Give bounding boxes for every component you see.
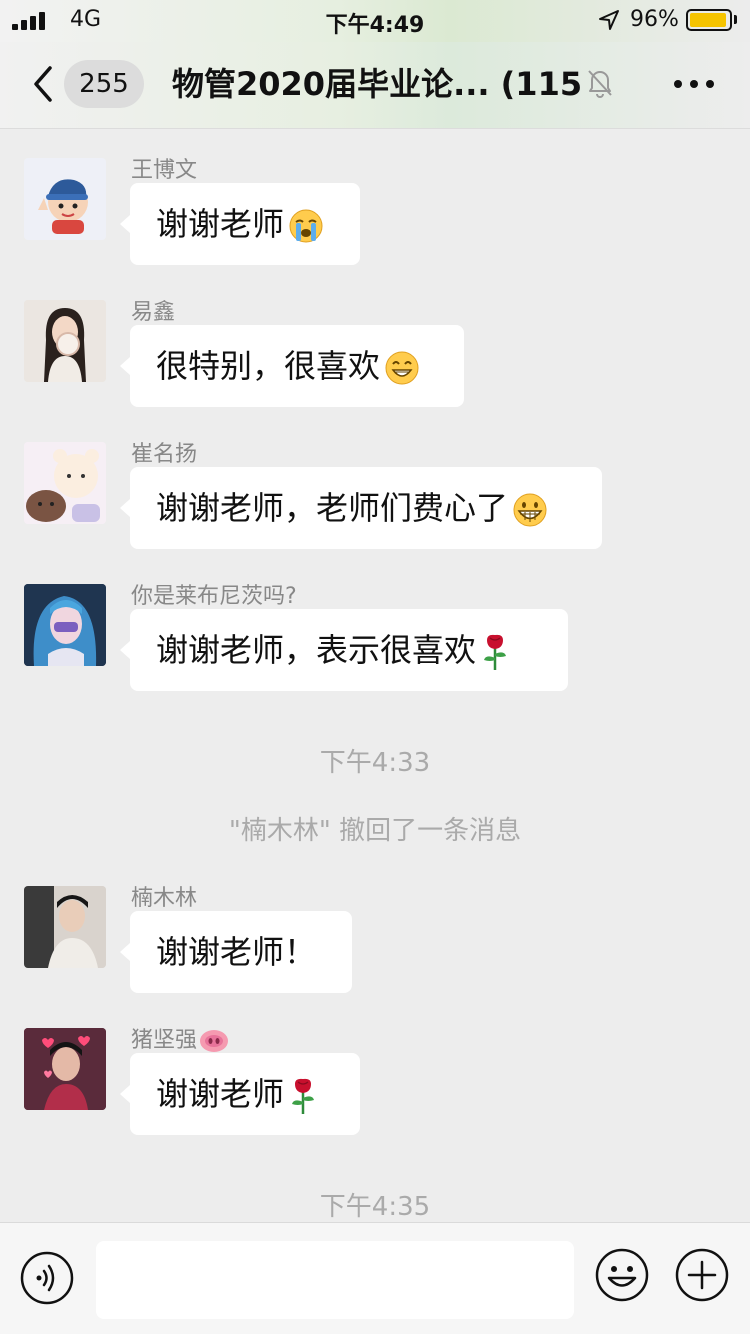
chat-screen: 4G 下午4:49 96% 255 物管2020届毕业论... (115) 王博… <box>0 0 750 1334</box>
young-man-avatar <box>24 886 106 968</box>
girl-photo-avatar <box>24 300 106 382</box>
avatar[interactable] <box>24 300 106 382</box>
back-chevron-icon[interactable] <box>28 62 58 106</box>
pig-nose-emoji <box>200 1030 229 1052</box>
crying-emoji <box>289 209 323 243</box>
man-with-hearts-avatar <box>24 1028 106 1110</box>
sender-name: 王博文 <box>131 158 198 183</box>
plus-icon[interactable] <box>674 1247 730 1303</box>
sender-name: 楠木林 <box>131 886 198 911</box>
sender-name: 你是莱布尼茨吗? <box>131 584 297 609</box>
rose-emoji <box>292 1078 315 1114</box>
rose-emoji <box>484 634 507 670</box>
recall-notice: "楠木林" 撤回了一条消息 <box>228 816 522 846</box>
message-bubble[interactable]: 谢谢老师 <box>120 183 360 265</box>
cartoon-boy-avatar <box>38 179 88 234</box>
mute-bell-icon <box>588 70 612 98</box>
chat-title[interactable]: 物管2020届毕业论... (115) <box>172 62 582 106</box>
timestamp-label: 下午4:33 <box>319 748 431 778</box>
voice-icon[interactable] <box>20 1251 74 1305</box>
avatar[interactable] <box>24 886 106 968</box>
battery-icon <box>686 9 732 31</box>
message-text: 很特别，很喜欢 <box>156 347 381 385</box>
status-bar: 4G 下午4:49 96% <box>0 0 750 42</box>
emoji-face-icon[interactable] <box>594 1247 650 1303</box>
bears-avatar <box>24 442 106 524</box>
message-bubble[interactable]: 谢谢老师！ <box>120 911 352 993</box>
avatar[interactable] <box>24 158 106 240</box>
message-text: 谢谢老师 <box>156 205 285 243</box>
battery-percent: 96% <box>630 7 679 32</box>
message-input[interactable] <box>96 1241 574 1319</box>
timestamp-label: 下午4:35 <box>319 1192 431 1222</box>
avatar[interactable] <box>24 1028 106 1110</box>
nav-bar: 255 物管2020届毕业论... (115) <box>0 42 750 129</box>
message-bubble[interactable]: 谢谢老师，表示很喜欢 <box>120 609 568 691</box>
message-bubble[interactable]: 谢谢老师 <box>120 1053 360 1135</box>
avatar[interactable] <box>24 584 106 666</box>
big-grin-emoji <box>513 493 547 527</box>
sender-name: 易鑫 <box>131 300 176 325</box>
message-text: 谢谢老师，表示很喜欢 <box>156 631 477 669</box>
avatar[interactable] <box>24 442 106 524</box>
sender-name: 崔名扬 <box>131 442 198 467</box>
message-text: 谢谢老师！ <box>156 933 317 971</box>
anime-girl-avatar <box>24 584 106 666</box>
message-text: 谢谢老师，老师们费心了 <box>156 489 509 527</box>
message-text: 谢谢老师 <box>156 1075 285 1113</box>
unread-count-badge[interactable]: 255 <box>64 60 144 108</box>
sender-name: 猪坚强 <box>131 1022 229 1054</box>
sender-name-text: 猪坚强 <box>131 1028 198 1053</box>
message-bubble[interactable]: 谢谢老师，老师们费心了 <box>120 467 602 549</box>
more-dots-icon[interactable] <box>668 66 720 102</box>
location-arrow-icon <box>599 10 619 30</box>
message-bubble[interactable]: 很特别，很喜欢 <box>120 325 464 407</box>
input-bar <box>0 1222 750 1334</box>
battery-fill <box>690 13 726 27</box>
battery-cap <box>734 15 737 24</box>
grin-emoji <box>385 351 419 385</box>
